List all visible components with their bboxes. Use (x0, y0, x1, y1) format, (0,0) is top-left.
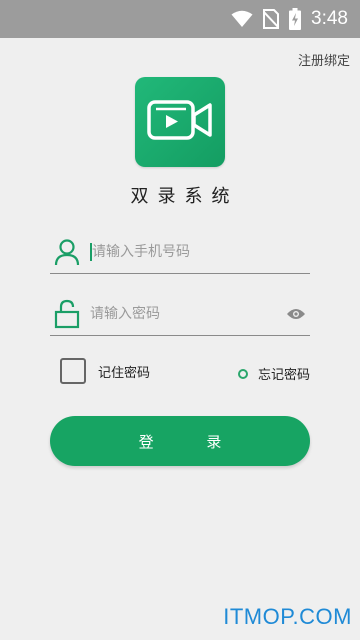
phone-field (50, 230, 310, 274)
password-input[interactable] (90, 298, 282, 329)
forgot-password-label: 忘记密码 (257, 368, 310, 383)
remember-password-checkbox[interactable]: 记住密码 (60, 358, 150, 384)
wifi-icon (231, 10, 253, 28)
app-title: 双录系统 (130, 186, 239, 207)
lock-icon (50, 297, 84, 331)
app-logo (135, 77, 225, 167)
phone-input[interactable] (92, 236, 310, 267)
status-time: 3:48 (311, 8, 348, 29)
eye-icon[interactable] (282, 300, 310, 328)
checkbox-box[interactable] (60, 358, 86, 384)
forgot-password-link[interactable]: 忘记密码 (237, 364, 310, 383)
password-field (50, 292, 310, 336)
login-button[interactable]: 登 录 (50, 416, 310, 466)
watermark: ITMOP.COM (223, 604, 352, 629)
register-bind-link[interactable]: 注册绑定 (298, 50, 350, 69)
video-camera-icon (146, 98, 214, 146)
remember-password-label: 记住密码 (98, 365, 151, 381)
battery-charging-icon (289, 8, 302, 30)
status-bar: 3:48 (0, 0, 360, 38)
no-sim-icon (263, 9, 280, 29)
circle-icon (237, 368, 248, 379)
user-icon (50, 235, 84, 269)
